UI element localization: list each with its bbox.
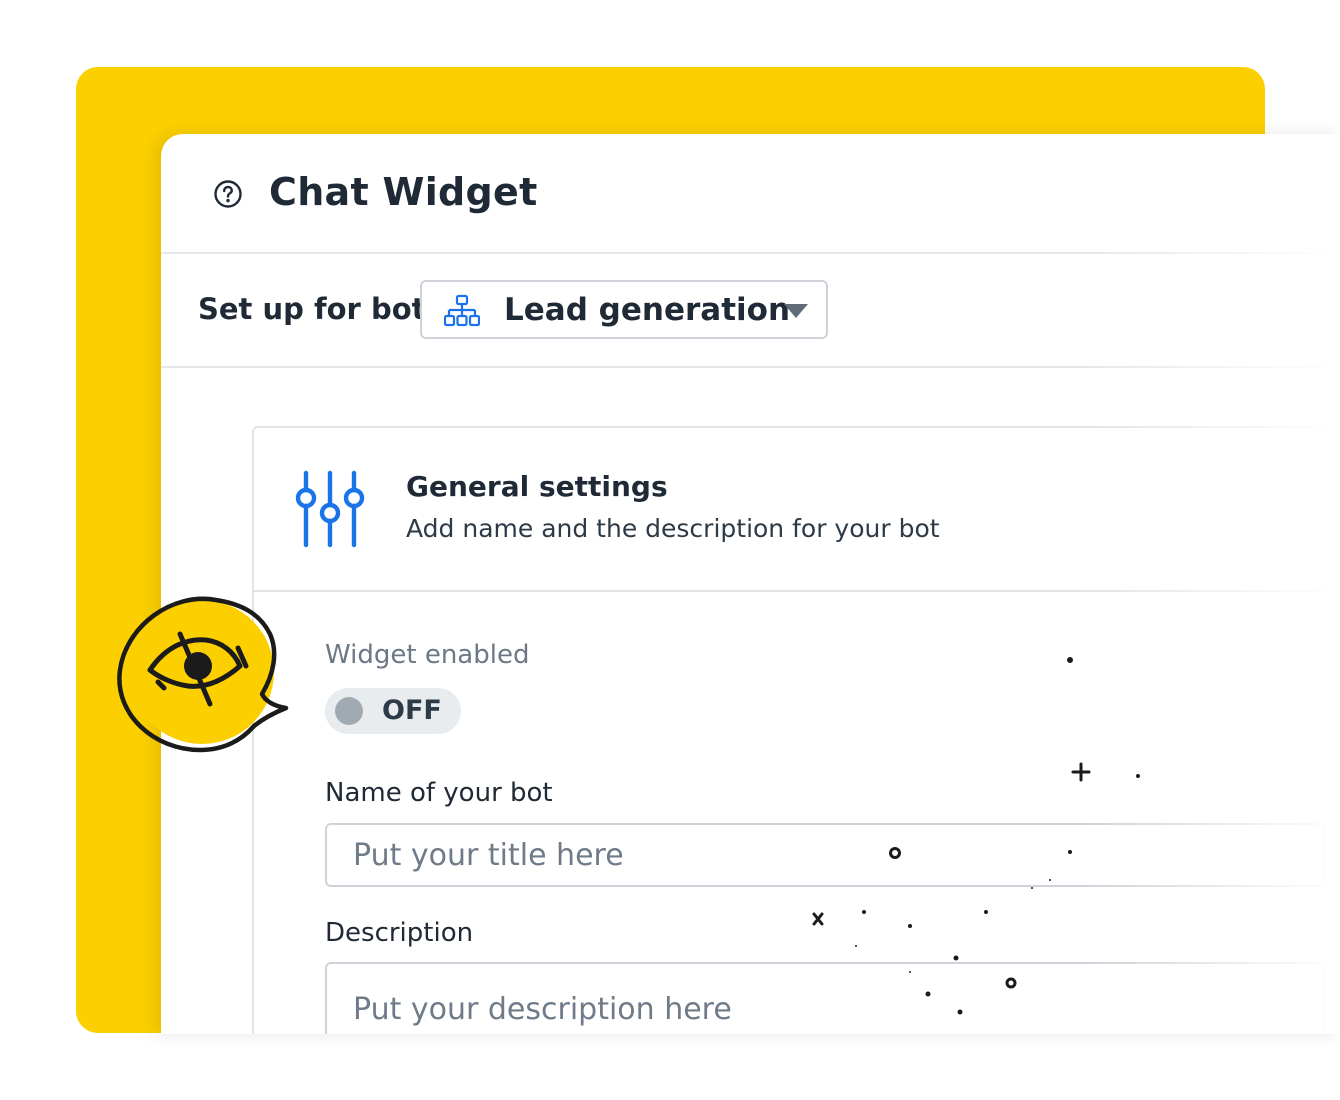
description-label: Description: [325, 918, 474, 948]
bot-setup-bar: Set up for bot Lead generation: [161, 254, 1340, 368]
bot-select-dropdown[interactable]: Lead generation: [420, 280, 828, 339]
sliders-icon: [295, 470, 365, 548]
widget-enabled-label: Widget enabled: [325, 640, 530, 670]
section-subtitle: Add name and the description for your bo…: [406, 514, 940, 543]
chat-widget-panel: Chat Widget Set up for bot Lead generati…: [161, 134, 1340, 1034]
eye-slash-icon: [117, 596, 289, 753]
page-title: Chat Widget: [269, 170, 538, 214]
widget-enabled-toggle[interactable]: OFF: [325, 688, 461, 734]
sparkle-decoration: [812, 657, 1140, 1015]
bot-select-value: Lead generation: [504, 292, 791, 328]
general-settings-card: General settings Add name and the descri…: [252, 426, 1340, 1034]
section-title: General settings: [406, 470, 668, 503]
toggle-knob: [335, 697, 363, 725]
card-header: General settings Add name and the descri…: [254, 428, 1340, 592]
toggle-state-text: OFF: [382, 695, 442, 726]
bot-setup-label: Set up for bot: [198, 292, 426, 326]
help-icon[interactable]: [213, 179, 243, 209]
chevron-down-icon: [784, 304, 808, 318]
bot-name-label: Name of your bot: [325, 778, 553, 808]
stage: Chat Widget Set up for bot Lead generati…: [0, 0, 1340, 1100]
org-chart-icon: [444, 294, 480, 327]
panel-header: Chat Widget: [161, 134, 1340, 254]
